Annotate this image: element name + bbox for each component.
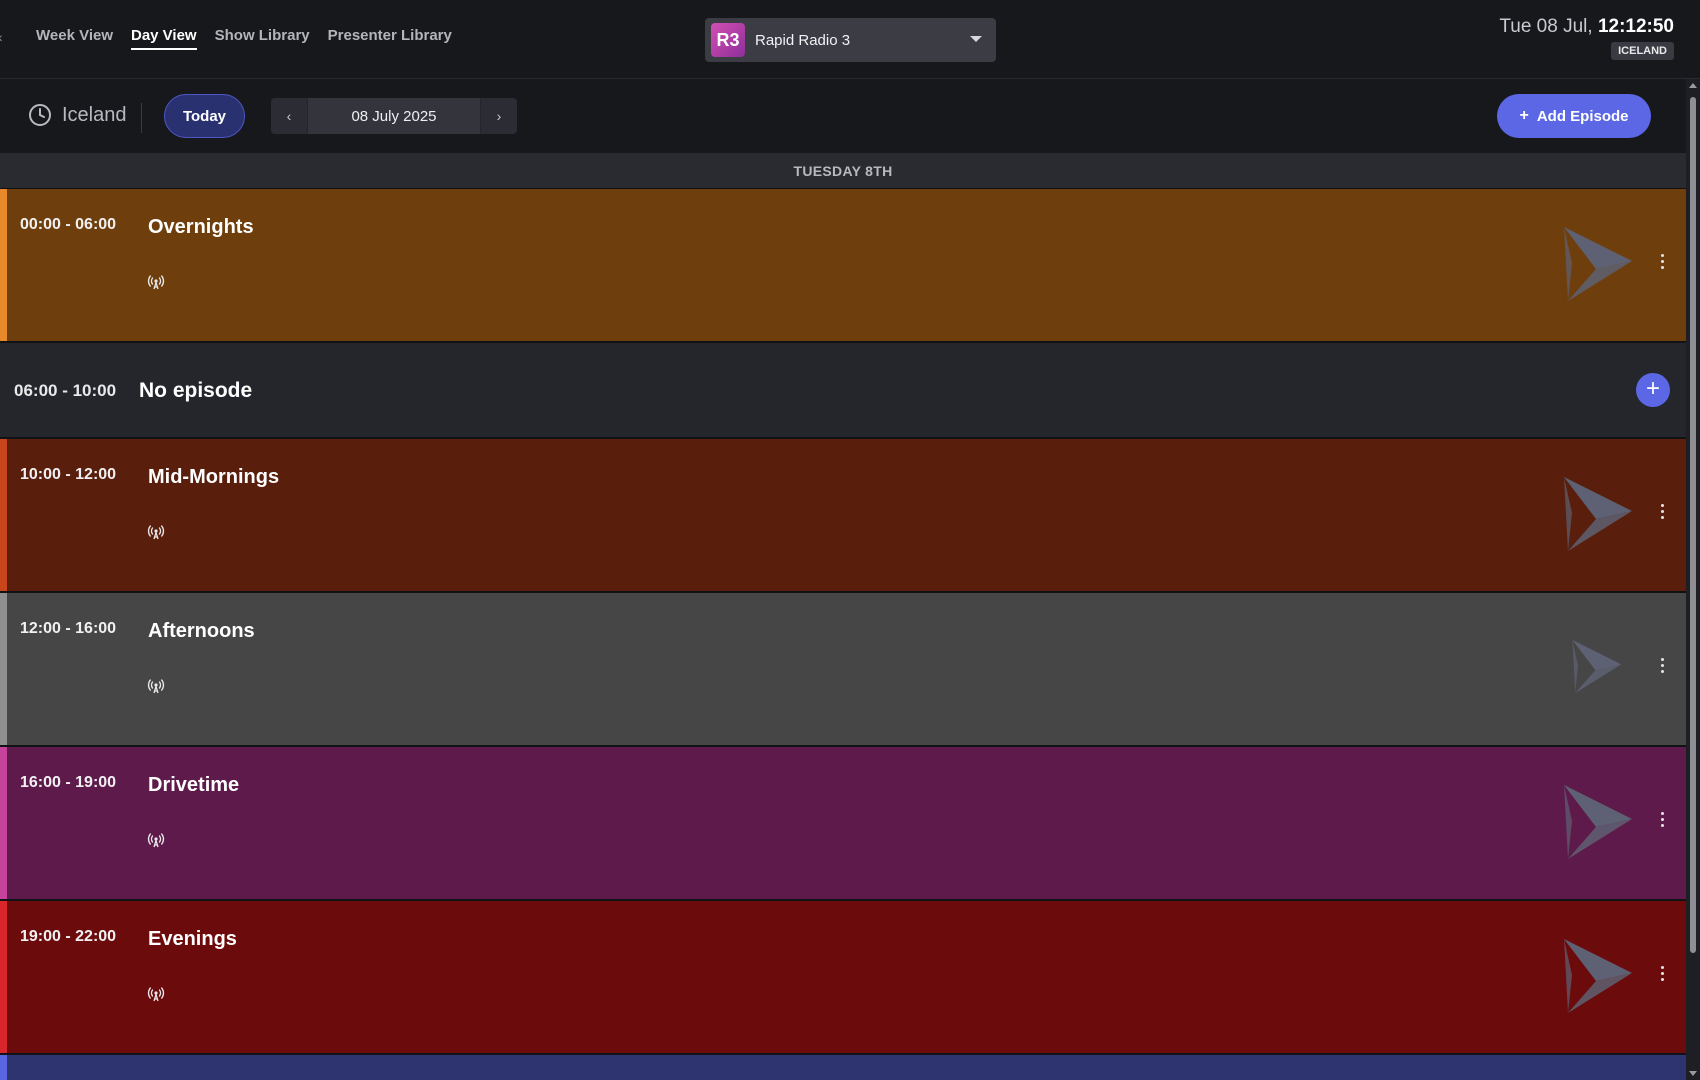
add-episode-button[interactable]: + Add Episode: [1497, 94, 1651, 138]
episode-time: 19:00 - 22:00: [20, 928, 117, 945]
main-nav: Week View Day View Show Library Presente…: [36, 27, 452, 50]
plus-icon: +: [1519, 107, 1529, 124]
episode-accent: [0, 189, 7, 341]
add-episode-plus-icon[interactable]: +: [1636, 373, 1670, 407]
show-logo-icon: [1564, 785, 1632, 859]
show-logo-icon: [1564, 939, 1632, 1013]
timezone-badge: ICELAND: [1611, 42, 1674, 60]
station-logo: R3: [711, 23, 745, 57]
episode-row[interactable]: 00:00 - 06:00 Overnights: [0, 189, 1686, 343]
show-logo-icon: [1572, 639, 1622, 694]
empty-slot: 06:00 - 10:00 No episode +: [0, 343, 1686, 439]
day-header: TUESDAY 8TH: [0, 154, 1686, 189]
previous-day-icon[interactable]: ‹: [271, 98, 307, 134]
episode-time: 16:00 - 19:00: [20, 774, 117, 791]
episode-row[interactable]: 19:00 - 22:00 Evenings: [0, 901, 1686, 1055]
nav-week-view[interactable]: Week View: [36, 27, 113, 50]
episode-row[interactable]: 12:00 - 16:00 Afternoons: [0, 593, 1686, 747]
scroll-up-icon[interactable]: [1689, 83, 1697, 88]
episode-title: Evenings: [148, 928, 237, 950]
broadcast-icon: [147, 987, 165, 1002]
more-options-icon[interactable]: [1656, 961, 1668, 985]
more-options-icon[interactable]: [1656, 807, 1668, 831]
timezone-label: Iceland: [62, 103, 127, 126]
station-selector[interactable]: R3 Rapid Radio 3: [705, 18, 996, 62]
current-date: Tue 08 Jul,: [1499, 16, 1593, 37]
episode-title: Mid-Mornings: [148, 466, 280, 488]
next-day-icon[interactable]: ›: [481, 98, 517, 134]
episode-time: 10:00 - 12:00: [20, 466, 117, 483]
more-options-icon[interactable]: [1656, 499, 1668, 523]
current-time: 12:12:50: [1597, 16, 1674, 37]
collapse-chevron-icon[interactable]: ‹: [0, 30, 6, 44]
episode-title: Drivetime: [148, 774, 240, 796]
episode-time: 12:00 - 16:00: [20, 620, 117, 637]
broadcast-icon: [147, 525, 165, 540]
day-schedule: 00:00 - 06:00 Overnights 06:00 - 10:00 N…: [0, 189, 1686, 1080]
toolbar-divider: [141, 103, 142, 133]
broadcast-icon: [147, 833, 165, 848]
episode-title: Overnights: [148, 216, 254, 238]
episode-row[interactable]: 16:00 - 19:00 Drivetime: [0, 747, 1686, 901]
scroll-down-icon[interactable]: [1689, 1071, 1697, 1076]
nav-presenter-library[interactable]: Presenter Library: [328, 27, 452, 50]
broadcast-icon: [147, 275, 165, 290]
episode-accent: [0, 901, 7, 1053]
timezone-selector[interactable]: Iceland: [28, 103, 127, 127]
episode-row[interactable]: 10:00 - 12:00 Mid-Mornings: [0, 439, 1686, 593]
more-options-icon[interactable]: [1656, 653, 1668, 677]
show-logo-icon: [1564, 227, 1632, 301]
episode-accent: [0, 593, 7, 745]
more-options-icon[interactable]: [1656, 249, 1668, 273]
episode-row-partial[interactable]: [0, 1055, 1686, 1080]
nav-day-view[interactable]: Day View: [131, 27, 197, 50]
episode-accent: [0, 439, 7, 591]
date-field[interactable]: 08 July 2025: [307, 98, 481, 134]
station-name: Rapid Radio 3: [755, 31, 851, 49]
show-logo-icon: [1564, 477, 1632, 551]
add-episode-label: Add Episode: [1536, 107, 1629, 125]
current-datetime: Tue 08 Jul, 12:12:50 ICELAND: [1499, 16, 1674, 60]
episode-title: Afternoons: [148, 620, 255, 642]
empty-slot-title: No episode: [139, 379, 253, 402]
nav-show-library[interactable]: Show Library: [215, 27, 310, 50]
today-button[interactable]: Today: [164, 94, 245, 138]
scrollbar[interactable]: [1686, 79, 1700, 1080]
episode-accent: [0, 747, 7, 899]
episode-accent: [0, 1055, 7, 1080]
episode-time: 00:00 - 06:00: [20, 216, 117, 233]
toolbar: Iceland Today ‹ 08 July 2025 › + Add Epi…: [0, 79, 1686, 154]
empty-slot-time: 06:00 - 10:00: [14, 381, 117, 400]
scrollbar-thumb[interactable]: [1690, 97, 1696, 953]
clock-icon: [29, 104, 51, 126]
broadcast-icon: [147, 679, 165, 694]
date-picker: ‹ 08 July 2025 ›: [271, 98, 517, 134]
top-bar: ‹ Week View Day View Show Library Presen…: [0, 0, 1700, 79]
chevron-down-icon: [970, 36, 982, 42]
